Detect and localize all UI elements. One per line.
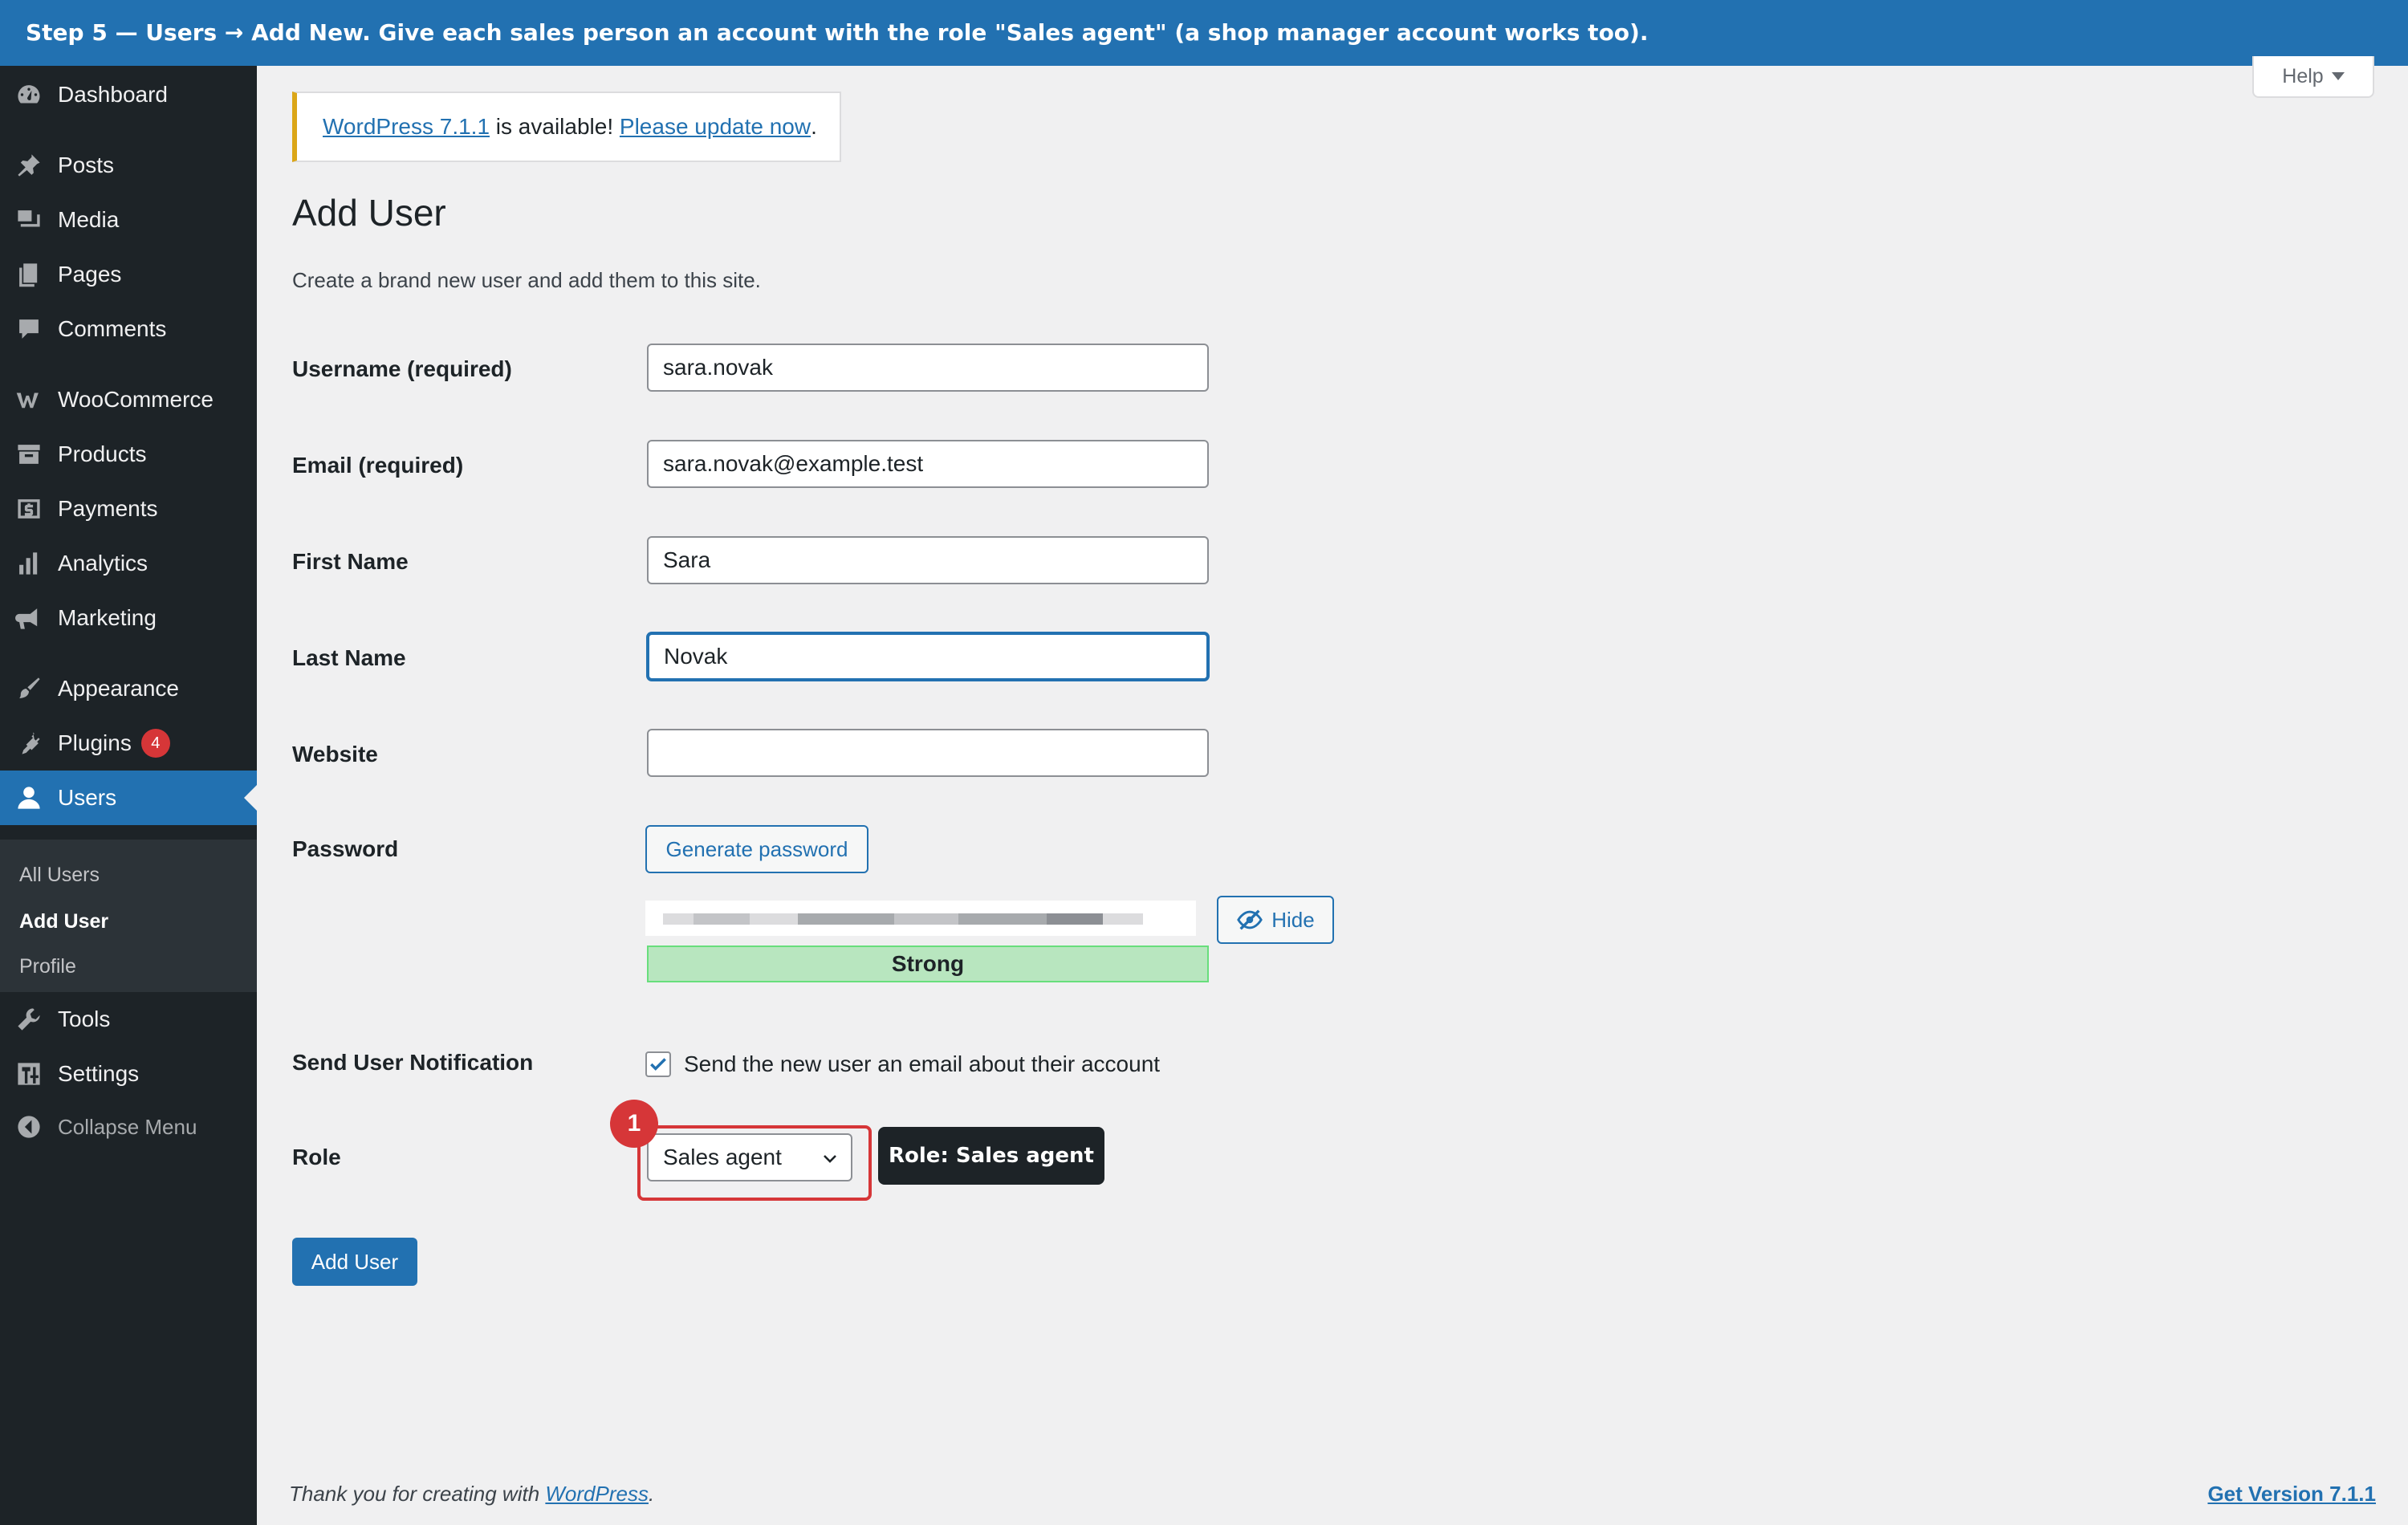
- help-label: Help: [2282, 64, 2324, 87]
- sidebar-item-dashboard[interactable]: Dashboard: [0, 67, 257, 122]
- sidebar-item-label: Products: [58, 441, 147, 466]
- sidebar-item-appearance[interactable]: Appearance: [0, 661, 257, 716]
- eye-slash-icon: [1237, 909, 1263, 930]
- sidebar-item-label: Dashboard: [58, 82, 168, 107]
- instruction-banner: Step 5 — Users → Add New. Give each sale…: [0, 0, 2408, 66]
- last-name-input[interactable]: [647, 632, 1209, 681]
- media-icon: [14, 205, 43, 234]
- sidebar-item-label: Pages: [58, 262, 122, 287]
- add-user-button[interactable]: Add User: [292, 1238, 417, 1286]
- user-icon: [14, 783, 43, 812]
- sidebar-item-label: Media: [58, 207, 120, 232]
- password-label: Password: [292, 836, 399, 861]
- step-number-marker: 1: [610, 1100, 658, 1148]
- notification-checkbox-label[interactable]: Send the new user an email about their a…: [684, 1051, 1160, 1077]
- footer-thanks-end: .: [648, 1482, 655, 1506]
- sidebar-item-label: Appearance: [58, 676, 180, 701]
- sidebar-item-analytics[interactable]: Analytics: [0, 536, 257, 591]
- sidebar-item-tools[interactable]: Tools: [0, 992, 257, 1047]
- sidebar-item-payments[interactable]: Payments: [0, 482, 257, 536]
- sidebar-item-pages[interactable]: Pages: [0, 247, 257, 302]
- plugins-update-badge: 4: [140, 729, 170, 758]
- sidebar-item-label: Marketing: [58, 605, 157, 630]
- email-input[interactable]: [647, 440, 1209, 488]
- role-tooltip: Role: Sales agent: [878, 1127, 1104, 1185]
- first-name-label: First Name: [292, 549, 409, 574]
- sidebar-item-label: Posts: [58, 152, 115, 177]
- email-label: Email (required): [292, 453, 464, 478]
- password-input[interactable]: [645, 901, 1196, 936]
- first-name-input[interactable]: [647, 536, 1209, 584]
- website-input[interactable]: [647, 729, 1209, 777]
- sidebar-item-label: Tools: [58, 1007, 111, 1031]
- sidebar-item-label: WooCommerce: [58, 387, 214, 412]
- megaphone-icon: [14, 604, 43, 632]
- page-title: Add User: [292, 192, 446, 234]
- sidebar-item-label: Payments: [58, 496, 158, 521]
- users-submenu: All Users Add User Profile: [0, 840, 257, 992]
- wordpress-link[interactable]: WordPress: [545, 1482, 649, 1506]
- submenu-item-add-user[interactable]: Add User: [19, 910, 108, 933]
- update-now-link[interactable]: Please update now: [620, 114, 811, 140]
- sidebar-item-woocommerce[interactable]: WooCommerce: [0, 372, 257, 427]
- collapse-menu-button[interactable]: Collapse Menu: [0, 1100, 257, 1154]
- sidebar-item-products[interactable]: Products: [0, 427, 257, 482]
- wordpress-version-link[interactable]: WordPress 7.1.1: [323, 114, 490, 140]
- notification-label: Send User Notification: [292, 1050, 534, 1075]
- website-label: Website: [292, 742, 378, 767]
- password-strength-meter: Strong: [647, 946, 1209, 982]
- role-label: Role: [292, 1145, 341, 1169]
- sidebar-item-media[interactable]: Media: [0, 193, 257, 247]
- help-tab-button[interactable]: Help: [2252, 56, 2374, 98]
- sidebar-item-marketing[interactable]: Marketing: [0, 591, 257, 645]
- brush-icon: [14, 674, 43, 703]
- notice-end: .: [811, 114, 817, 139]
- last-name-label: Last Name: [292, 645, 406, 670]
- role-select[interactable]: Sales agent: [647, 1133, 852, 1181]
- settings-icon: [14, 1059, 43, 1088]
- bar-chart-icon: [14, 549, 43, 578]
- page-description: Create a brand new user and add them to …: [292, 268, 761, 292]
- collapse-menu-label: Collapse Menu: [58, 1114, 197, 1139]
- archive-icon: [14, 440, 43, 469]
- sidebar-item-comments[interactable]: Comments: [0, 302, 257, 356]
- role-selected-value: Sales agent: [663, 1145, 782, 1169]
- username-label: Username (required): [292, 356, 512, 381]
- sidebar-item-users[interactable]: Users: [0, 771, 257, 825]
- woocommerce-icon: [14, 385, 43, 414]
- update-notice: WordPress 7.1.1 is available! Please upd…: [292, 92, 841, 162]
- caret-down-icon: [2331, 72, 2345, 80]
- sidebar-item-label: Users: [58, 785, 117, 810]
- admin-sidebar: Dashboard Posts Media Pages Comments Woo…: [0, 66, 257, 1525]
- checkmark-icon: [650, 1058, 666, 1071]
- generate-password-button[interactable]: Generate password: [645, 825, 868, 873]
- hide-password-button[interactable]: Hide: [1217, 896, 1334, 944]
- collapse-icon: [14, 1112, 43, 1141]
- footer-thanks-text: Thank you for creating with: [289, 1482, 546, 1506]
- get-version-link[interactable]: Get Version 7.1.1: [2207, 1482, 2376, 1507]
- dashboard-icon: [14, 80, 43, 109]
- pin-icon: [14, 151, 43, 180]
- sidebar-item-label: Settings: [58, 1061, 140, 1086]
- plug-icon: [14, 729, 43, 758]
- sidebar-item-label: Comments: [58, 316, 167, 341]
- sidebar-item-label: Analytics: [58, 551, 148, 575]
- sidebar-item-plugins[interactable]: Plugins 4: [0, 716, 257, 771]
- sidebar-item-label: Plugins: [58, 730, 132, 755]
- hide-label: Hide: [1271, 907, 1315, 932]
- sidebar-item-settings[interactable]: Settings: [0, 1047, 257, 1101]
- sidebar-item-posts[interactable]: Posts: [0, 138, 257, 193]
- username-input[interactable]: [647, 344, 1209, 392]
- pages-icon: [14, 260, 43, 289]
- submenu-item-profile[interactable]: Profile: [19, 955, 76, 978]
- footer-thanks: Thank you for creating with WordPress.: [289, 1482, 654, 1507]
- notice-text: is available!: [490, 114, 620, 139]
- submenu-item-all-users[interactable]: All Users: [19, 864, 100, 887]
- notification-checkbox[interactable]: [645, 1051, 671, 1077]
- dollar-icon: [14, 494, 43, 523]
- comment-icon: [14, 315, 43, 344]
- wrench-icon: [14, 1005, 43, 1034]
- chevron-down-icon: [824, 1155, 836, 1163]
